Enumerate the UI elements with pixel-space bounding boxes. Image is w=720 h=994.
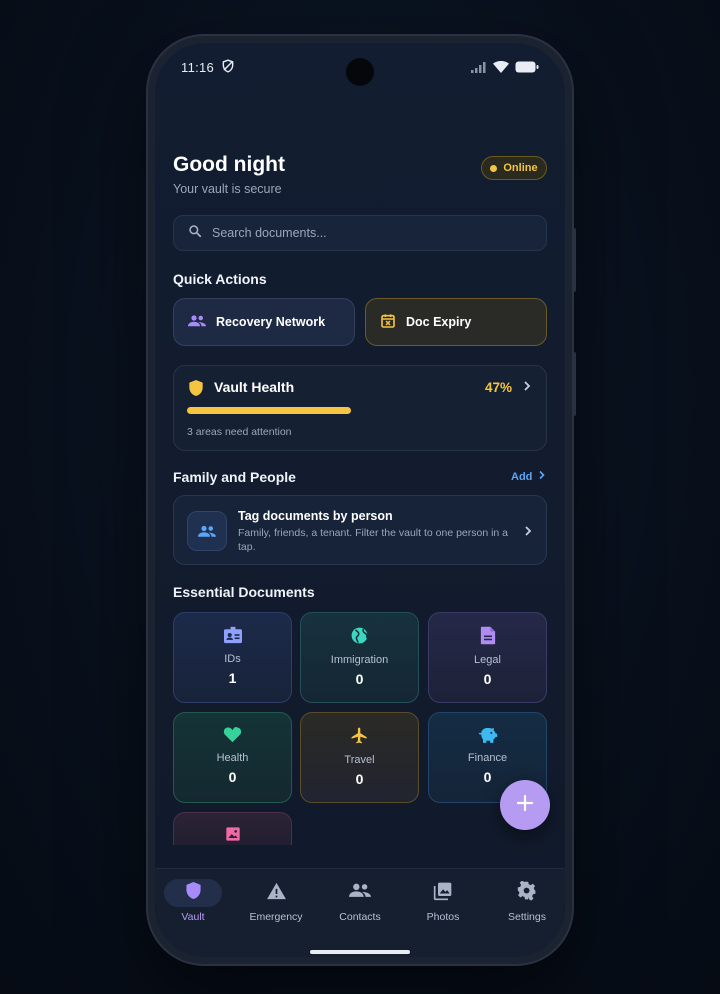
nav-label: Settings: [508, 911, 546, 923]
id-card-icon: [223, 626, 243, 649]
nav-icon-holder: [331, 879, 389, 907]
nav-item-emergency[interactable]: Emergency: [234, 879, 318, 923]
calendar-x-icon: [380, 313, 396, 332]
family-people-title: Family and People: [173, 469, 296, 485]
online-dot-icon: [490, 164, 498, 172]
online-status-badge: Online: [481, 156, 547, 180]
category-count: 0: [355, 771, 364, 787]
gear-icon: [517, 880, 537, 906]
globe-icon: [350, 626, 369, 650]
category-label: Finance: [467, 752, 508, 764]
category-count: 1: [228, 670, 237, 686]
photos-icon: [433, 881, 453, 906]
nav-label: Photos: [426, 911, 460, 923]
heart-icon: [223, 726, 242, 748]
add-person-label: Add: [511, 470, 533, 483]
volume-button: [572, 228, 576, 292]
vault-health-card[interactable]: Vault Health 47% 3 areas need attention: [173, 365, 547, 451]
people-icon: [187, 511, 227, 551]
search-bar[interactable]: [173, 215, 547, 251]
essential-documents-title: Essential Documents: [173, 584, 315, 600]
category-tile-health[interactable]: Health 0: [173, 712, 292, 803]
bottom-navigation: Vault Emergency Contacts Photos Settings: [155, 868, 565, 957]
search-input[interactable]: [212, 226, 512, 240]
status-icons: [471, 60, 539, 78]
nav-item-photos[interactable]: Photos: [401, 879, 485, 923]
category-tile-immigration[interactable]: Immigration 0: [300, 612, 419, 703]
front-camera: [346, 58, 374, 86]
shield-icon: [188, 379, 204, 402]
contacts-icon: [349, 883, 371, 903]
tag-by-person-description: Family, friends, a tenant. Filter the va…: [238, 527, 509, 553]
category-count: 0: [483, 769, 492, 785]
nav-item-vault[interactable]: Vault: [155, 879, 235, 923]
category-count: 0: [355, 671, 364, 687]
nav-label: Contacts: [339, 911, 381, 923]
chevron-right-icon: [522, 379, 532, 398]
category-count: 0: [483, 671, 492, 687]
piggy-bank-icon: [478, 726, 498, 748]
power-button: [572, 352, 576, 416]
cellular-signal-icon: [471, 60, 487, 78]
category-tile-photos[interactable]: [173, 812, 292, 845]
vault-health-note: 3 areas need attention: [187, 426, 292, 438]
document-icon: [480, 626, 496, 650]
recovery-network-button[interactable]: Recovery Network: [173, 298, 355, 346]
vault-health-progress-track: [187, 407, 535, 414]
nav-active-indicator: [164, 879, 222, 907]
vpn-shield-icon: [221, 59, 235, 78]
doc-expiry-button[interactable]: Doc Expiry: [365, 298, 547, 346]
status-time: 11:16: [181, 60, 215, 75]
app-screen: 11:16 Good night Your vault is secure On…: [155, 43, 565, 957]
category-tile-ids[interactable]: IDs 1: [173, 612, 292, 703]
category-count: 0: [228, 769, 237, 785]
nav-label: Vault: [181, 911, 205, 923]
home-indicator[interactable]: [310, 950, 410, 954]
category-label: Travel: [344, 754, 375, 766]
airplane-icon: [350, 726, 369, 750]
category-label: Health: [216, 752, 249, 764]
nav-icon-holder: [247, 879, 305, 907]
vault-health-percent: 47%: [484, 380, 512, 395]
shield-icon: [185, 881, 202, 905]
quick-actions-title: Quick Actions: [173, 271, 267, 287]
nav-icon-holder: [414, 879, 472, 907]
category-tile-travel[interactable]: Travel 0: [300, 712, 419, 803]
status-bar: 11:16: [155, 43, 565, 89]
category-tile-legal[interactable]: Legal 0: [428, 612, 547, 703]
nav-item-contacts[interactable]: Contacts: [318, 879, 402, 923]
recovery-network-label: Recovery Network: [216, 315, 326, 329]
battery-icon: [515, 60, 539, 78]
phone-frame: 11:16 Good night Your vault is secure On…: [148, 36, 576, 964]
plus-icon: [516, 794, 534, 817]
nav-label: Emergency: [249, 911, 303, 923]
category-label: IDs: [224, 653, 241, 665]
vault-health-progress-bar: [187, 407, 351, 414]
image-icon: [225, 826, 241, 847]
doc-expiry-label: Doc Expiry: [406, 315, 472, 329]
warning-icon: [266, 882, 287, 905]
add-document-fab[interactable]: [500, 780, 550, 830]
search-icon: [188, 224, 202, 243]
vault-health-title: Vault Health: [214, 379, 295, 395]
chevron-right-icon: [523, 524, 533, 543]
chevron-right-icon: [538, 470, 546, 483]
add-person-link[interactable]: Add: [511, 470, 546, 483]
greeting-subtitle: Your vault is secure: [173, 182, 282, 196]
category-label: Legal: [474, 654, 501, 666]
category-label: Immigration: [330, 654, 389, 666]
tag-by-person-card[interactable]: Tag documents by person Family, friends,…: [173, 495, 547, 565]
greeting-title: Good night: [173, 153, 285, 176]
people-icon: [188, 314, 206, 331]
nav-item-settings[interactable]: Settings: [485, 879, 565, 923]
online-status-label: Online: [503, 162, 538, 174]
wifi-icon: [493, 60, 509, 78]
nav-icon-holder: [498, 879, 556, 907]
tag-by-person-title: Tag documents by person: [238, 509, 393, 523]
